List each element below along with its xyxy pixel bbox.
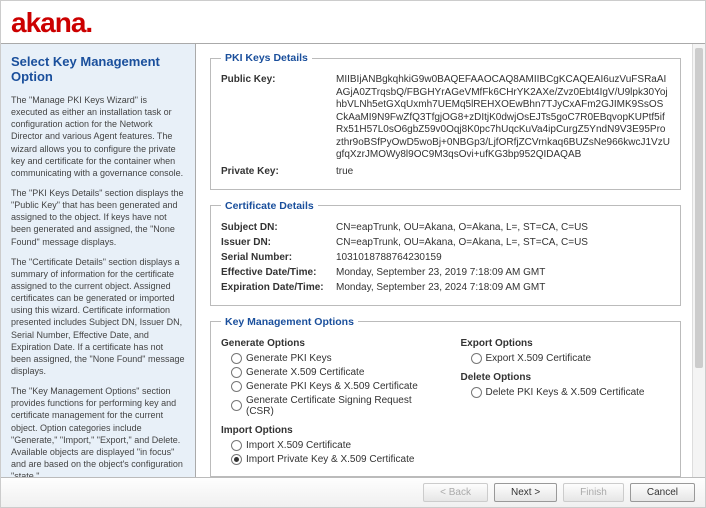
effective-date-label: Effective Date/Time:: [221, 267, 336, 278]
radio-label: Delete PKI Keys & X.509 Certificate: [486, 387, 645, 398]
radio-import-x509[interactable]: Import X.509 Certificate: [231, 440, 431, 451]
radio-generate-pki-and-x509[interactable]: Generate PKI Keys & X.509 Certificate: [231, 381, 431, 392]
public-key-label: Public Key:: [221, 74, 336, 162]
back-button[interactable]: < Back: [423, 483, 488, 502]
generate-options-head: Generate Options: [221, 338, 431, 349]
radio-icon: [231, 454, 242, 465]
scroll-thumb[interactable]: [695, 48, 703, 368]
radio-export-x509[interactable]: Export X.509 Certificate: [471, 353, 671, 364]
private-key-label: Private Key:: [221, 166, 336, 177]
subject-dn-label: Subject DN:: [221, 222, 336, 233]
pki-keys-details-section: PKI Keys Details Public Key: MIIBIjANBgk…: [210, 52, 681, 190]
help-paragraph: The "Manage PKI Keys Wizard" is executed…: [11, 94, 185, 179]
radio-generate-pki-keys[interactable]: Generate PKI Keys: [231, 353, 431, 364]
next-button[interactable]: Next >: [494, 483, 557, 502]
content-area: Select Key Management Option The "Manage…: [1, 43, 705, 481]
radio-icon: [231, 353, 242, 364]
serial-number-value: 1031018788764230159: [336, 252, 670, 263]
issuer-dn-label: Issuer DN:: [221, 237, 336, 248]
expiration-date-label: Expiration Date/Time:: [221, 282, 336, 293]
radio-generate-x509[interactable]: Generate X.509 Certificate: [231, 367, 431, 378]
finish-button[interactable]: Finish: [563, 483, 624, 502]
radio-icon: [231, 381, 242, 392]
key-management-options-section: Key Management Options Generate Options …: [210, 316, 681, 477]
page-title: Select Key Management Option: [11, 54, 185, 84]
help-paragraph: The "Certificate Details" section displa…: [11, 256, 185, 377]
cancel-button[interactable]: Cancel: [630, 483, 695, 502]
main-panel: PKI Keys Details Public Key: MIIBIjANBgk…: [196, 44, 705, 481]
help-paragraph: The "PKI Keys Details" section displays …: [11, 187, 185, 248]
private-key-value: true: [336, 166, 670, 177]
expiration-date-value: Monday, September 23, 2024 7:18:09 AM GM…: [336, 282, 670, 293]
radio-label: Export X.509 Certificate: [486, 353, 592, 364]
radio-icon: [471, 387, 482, 398]
section-legend: Certificate Details: [221, 200, 318, 212]
radio-label: Generate X.509 Certificate: [246, 367, 364, 378]
radio-icon: [231, 400, 242, 411]
section-legend: PKI Keys Details: [221, 52, 312, 64]
section-legend: Key Management Options: [221, 316, 358, 328]
radio-delete-pki-x509[interactable]: Delete PKI Keys & X.509 Certificate: [471, 387, 671, 398]
radio-icon: [231, 367, 242, 378]
certificate-details-section: Certificate Details Subject DN: CN=eapTr…: [210, 200, 681, 306]
radio-import-private-key-x509[interactable]: Import Private Key & X.509 Certificate: [231, 454, 431, 465]
export-options-head: Export Options: [461, 338, 671, 349]
help-paragraph: The "Key Management Options" section pro…: [11, 385, 185, 481]
scrollbar[interactable]: [692, 44, 705, 481]
effective-date-value: Monday, September 23, 2019 7:18:09 AM GM…: [336, 267, 670, 278]
public-key-value: MIIBIjANBgkqhkiG9w0BAQEFAAOCAQ8AMIIBCgKC…: [336, 74, 670, 162]
radio-generate-csr[interactable]: Generate Certificate Signing Request (CS…: [231, 395, 431, 417]
radio-icon: [231, 440, 242, 451]
akana-logo: akana: [11, 7, 85, 38]
header: akana.: [1, 1, 705, 43]
radio-label: Generate Certificate Signing Request (CS…: [246, 395, 431, 417]
subject-dn-value: CN=eapTrunk, OU=Akana, O=Akana, L=, ST=C…: [336, 222, 670, 233]
radio-label: Generate PKI Keys: [246, 353, 332, 364]
radio-label: Import X.509 Certificate: [246, 440, 351, 451]
delete-options-head: Delete Options: [461, 372, 671, 383]
help-panel: Select Key Management Option The "Manage…: [1, 44, 196, 481]
radio-label: Import Private Key & X.509 Certificate: [246, 454, 414, 465]
import-options-head: Import Options: [221, 425, 431, 436]
radio-label: Generate PKI Keys & X.509 Certificate: [246, 381, 418, 392]
issuer-dn-value: CN=eapTrunk, OU=Akana, O=Akana, L=, ST=C…: [336, 237, 670, 248]
radio-icon: [471, 353, 482, 364]
serial-number-label: Serial Number:: [221, 252, 336, 263]
wizard-footer: < Back Next > Finish Cancel: [1, 477, 705, 507]
